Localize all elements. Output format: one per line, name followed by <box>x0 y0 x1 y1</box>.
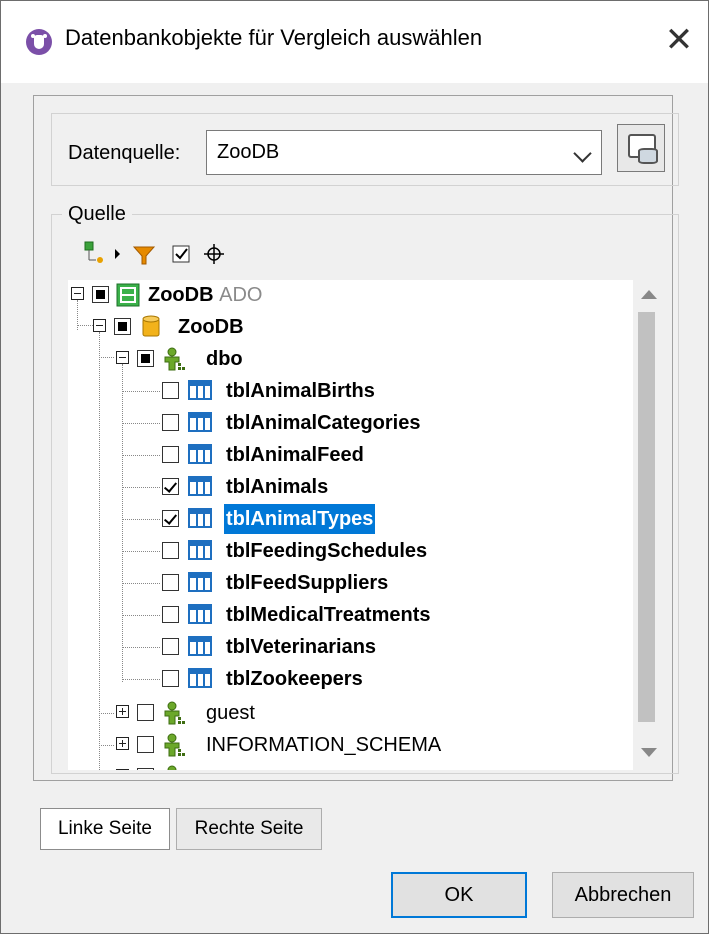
table-icon <box>188 412 212 432</box>
expand-icon[interactable] <box>116 769 129 770</box>
table-icon <box>188 540 212 560</box>
tree-line <box>122 364 123 682</box>
table-name: tblFeedSuppliers <box>226 572 389 594</box>
tree-line <box>122 519 160 520</box>
table-name: tblZookeepers <box>226 668 363 690</box>
datasource-select[interactable]: ZooDB <box>206 130 602 175</box>
tree-line <box>122 583 160 584</box>
table-icon <box>188 476 212 496</box>
dropdown-arrow-icon[interactable] <box>114 240 122 268</box>
checkbox[interactable] <box>162 606 179 623</box>
tree-line <box>99 332 100 770</box>
tree-line <box>99 713 114 714</box>
table-name: tblAnimalTypes <box>224 504 376 534</box>
tree-node-label: INFORMATION_SCHEMA <box>206 734 442 756</box>
tree-node-label: ZooDB <box>178 316 244 338</box>
checkbox-partial[interactable] <box>114 318 131 335</box>
filter-icon[interactable] <box>131 240 157 268</box>
checkbox[interactable] <box>162 670 179 687</box>
checkbox[interactable] <box>162 446 179 463</box>
ok-button[interactable]: OK <box>391 872 527 918</box>
cancel-button[interactable]: Abbrechen <box>552 872 694 918</box>
table-icon <box>188 508 212 528</box>
table-name: tblMedicalTreatments <box>226 604 431 626</box>
scroll-down-icon[interactable] <box>641 748 657 757</box>
tree-line <box>99 745 114 746</box>
tree-line <box>122 647 160 648</box>
table-name: tblFeedingSchedules <box>226 540 428 562</box>
table-icon <box>188 636 212 656</box>
tree-node-label: ZooDB ADO <box>148 280 262 310</box>
schema-user-icon <box>164 733 185 757</box>
tree-line <box>77 325 93 326</box>
root-name: ZooDB <box>148 284 214 306</box>
table-icon <box>188 380 212 400</box>
tree-line <box>99 357 114 358</box>
tree-line <box>122 391 160 392</box>
checkbox-checked[interactable] <box>162 478 179 495</box>
scrollbar-thumb[interactable] <box>638 312 655 722</box>
tree-line <box>122 423 160 424</box>
table-icon <box>188 444 212 464</box>
source-group-label: Quelle <box>62 203 132 226</box>
tree-line <box>122 615 160 616</box>
scroll-up-icon[interactable] <box>641 290 657 299</box>
tree-line <box>122 551 160 552</box>
checkbox[interactable] <box>137 768 154 770</box>
tree-line <box>122 679 160 680</box>
window-title: Datenbankobjekte für Vergleich auswählen <box>65 25 483 50</box>
schema-user-icon <box>164 701 185 725</box>
checkbox[interactable] <box>162 542 179 559</box>
schema-user-icon <box>167 765 177 770</box>
schema-user-icon <box>164 347 185 371</box>
checkbox[interactable] <box>162 638 179 655</box>
close-icon[interactable]: ✕ <box>654 15 704 65</box>
tree-node-label: guest <box>206 702 255 724</box>
checkbox[interactable] <box>137 704 154 721</box>
table-name: tblAnimalBirths <box>226 380 375 402</box>
server-icon <box>116 283 140 307</box>
chevron-down-icon <box>573 144 592 163</box>
table-icon <box>188 668 212 688</box>
checkbox[interactable] <box>162 574 179 591</box>
check-all-icon[interactable] <box>171 240 193 268</box>
tree-scrollbar[interactable] <box>633 280 663 770</box>
checkbox-partial[interactable] <box>92 286 109 303</box>
checkbox[interactable] <box>137 736 154 753</box>
connect-datasource-button[interactable] <box>617 124 665 172</box>
object-tree[interactable]: ZooDB ADO ZooDB dbo tblAnimalBirths tblA… <box>68 280 633 770</box>
table-name: tblAnimalFeed <box>226 444 364 466</box>
table-name: tblAnimals <box>226 476 329 498</box>
tab-right-side[interactable]: Rechte Seite <box>176 808 322 850</box>
expand-tree-icon[interactable] <box>84 240 108 268</box>
database-icon <box>142 315 160 337</box>
table-icon <box>188 572 212 592</box>
locate-icon[interactable] <box>203 240 225 268</box>
database-icon <box>638 148 658 164</box>
tree-line <box>122 455 160 456</box>
table-icon <box>188 604 212 624</box>
collapse-icon[interactable] <box>71 287 84 300</box>
app-icon <box>26 29 52 55</box>
title-bar: Datenbankobjekte für Vergleich auswählen… <box>1 1 708 83</box>
table-name: tblVeterinarians <box>226 636 377 658</box>
checkbox[interactable] <box>162 414 179 431</box>
tab-left-side[interactable]: Linke Seite <box>40 808 170 850</box>
checkbox[interactable] <box>162 382 179 399</box>
expand-icon[interactable] <box>116 737 129 750</box>
tree-node-label: dbo <box>206 348 243 370</box>
collapse-icon[interactable] <box>116 351 129 364</box>
datasource-label: Datenquelle: <box>68 142 181 164</box>
collapse-icon[interactable] <box>93 319 106 332</box>
checkbox-partial[interactable] <box>137 350 154 367</box>
checkbox-checked[interactable] <box>162 510 179 527</box>
table-name: tblAnimalCategories <box>226 412 421 434</box>
root-suffix: ADO <box>219 284 263 306</box>
datasource-value: ZooDB <box>217 141 280 163</box>
expand-icon[interactable] <box>116 705 129 718</box>
tree-line <box>122 487 160 488</box>
